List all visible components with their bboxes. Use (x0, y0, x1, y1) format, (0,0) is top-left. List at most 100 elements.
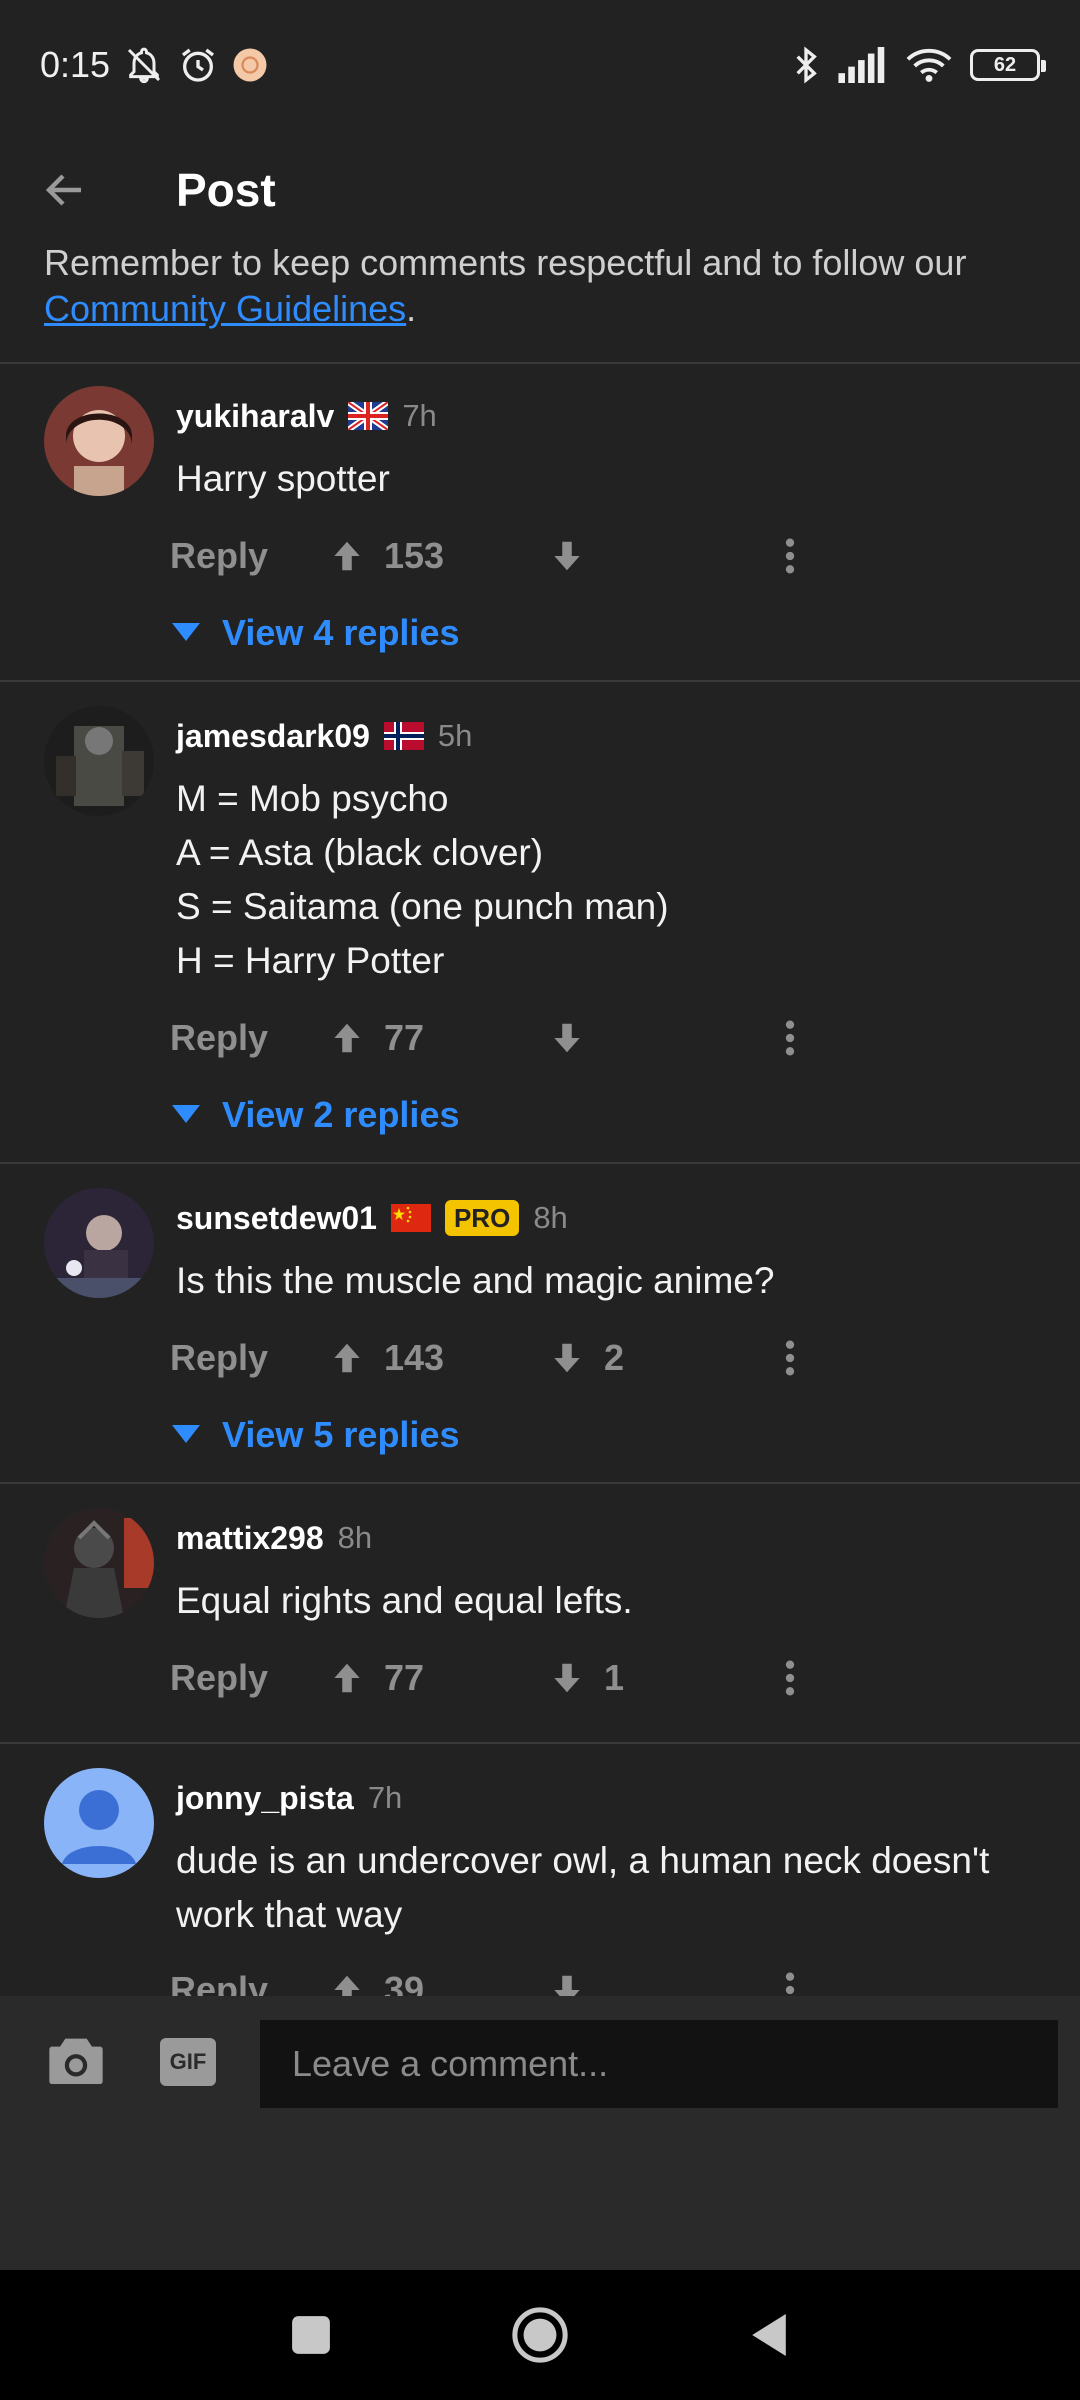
username[interactable]: mattix298 (176, 1520, 324, 1557)
upvote-button[interactable]: 143 (328, 1337, 548, 1379)
username[interactable]: sunsetdew01 (176, 1200, 377, 1237)
circle-icon[interactable] (511, 2306, 569, 2364)
upvote-count: 153 (384, 535, 445, 576)
downvote-arrow-icon (554, 1023, 580, 1053)
upvote-arrow-icon (334, 1975, 360, 1996)
comment-line: H = Harry Potter (176, 940, 445, 981)
comment-body: M = Mob psycho A = Asta (black clover) S… (176, 772, 669, 988)
avatar[interactable] (44, 706, 154, 816)
upvote-count: 77 (384, 1017, 425, 1058)
camera-icon (49, 2038, 103, 2084)
comment-line: S = Saitama (one punch man) (176, 886, 669, 927)
back-triangle-icon[interactable] (748, 2311, 790, 2359)
timestamp: 8h (337, 1520, 373, 1555)
comment-meta: yukiharalv 7h (176, 394, 437, 438)
battery-level: 62 (993, 53, 1017, 76)
downvote-button[interactable]: 1 (548, 1657, 770, 1699)
view-replies-label: View 4 replies (222, 612, 460, 653)
comment-meta: jonny_pista 7h (176, 1776, 402, 1820)
avatar[interactable] (44, 1768, 154, 1878)
upvote-button[interactable]: 77 (328, 1017, 548, 1059)
upvote-button[interactable]: 77 (328, 1657, 548, 1699)
downvote-button[interactable] (548, 537, 770, 575)
downvote-button[interactable] (548, 1019, 770, 1057)
username[interactable]: yukiharalv (176, 398, 334, 435)
downvote-button[interactable] (548, 1971, 770, 1996)
more-options-button[interactable] (770, 1338, 810, 1378)
more-options-button[interactable] (770, 1018, 810, 1058)
upvote-count: 143 (384, 1337, 445, 1378)
avatar[interactable] (44, 1188, 154, 1298)
upvote-arrow-icon (334, 541, 360, 571)
pro-badge: PRO (444, 1200, 520, 1236)
comment-input[interactable] (260, 2020, 1058, 2108)
reply-button[interactable]: Reply (170, 1969, 328, 1996)
upvote-button[interactable]: 39 (328, 1969, 548, 1996)
alarm-icon (182, 48, 215, 82)
back-button[interactable] (0, 130, 130, 250)
more-options-button[interactable] (770, 536, 810, 576)
view-replies-button[interactable]: View 4 replies (172, 606, 459, 660)
page-title: Post (176, 164, 276, 216)
view-replies-button[interactable]: View 2 replies (172, 1088, 459, 1142)
timestamp: 7h (402, 398, 437, 433)
downvote-count: 2 (604, 1337, 625, 1378)
status-bar: 0:15 62 (0, 0, 1080, 130)
avatar[interactable] (44, 1508, 154, 1618)
downvote-arrow-icon (554, 1343, 580, 1373)
community-guidelines-link[interactable]: Community Guidelines (44, 288, 406, 329)
uk-flag-icon (348, 402, 389, 430)
system-nav-bar (0, 2270, 1080, 2400)
upvote-arrow-icon (334, 1663, 360, 1693)
divider (0, 1162, 1080, 1164)
more-vert-icon (785, 538, 795, 574)
app-notification-icon (233, 48, 267, 82)
view-replies-button[interactable]: View 5 replies (172, 1408, 459, 1462)
back-arrow-icon (45, 174, 81, 206)
more-vert-icon (785, 1340, 795, 1376)
avatar[interactable] (44, 386, 154, 496)
view-replies-label: View 5 replies (222, 1414, 460, 1455)
reply-button[interactable]: Reply (170, 1337, 328, 1379)
more-vert-icon (785, 1020, 795, 1056)
downvote-count: 1 (604, 1657, 625, 1698)
timestamp: 5h (437, 718, 473, 753)
signal-icon (838, 47, 885, 83)
divider (0, 1742, 1080, 1744)
more-vert-icon (785, 1660, 795, 1696)
upvote-arrow-icon (334, 1343, 360, 1373)
view-replies-label: View 2 replies (222, 1094, 460, 1135)
comment-actions: Reply 153 (170, 526, 810, 586)
caret-down-icon (172, 1425, 200, 1443)
wifi-icon (906, 49, 952, 82)
comment-meta: mattix298 8h (176, 1516, 372, 1560)
more-vert-icon (785, 1972, 795, 1995)
more-options-button[interactable] (770, 1970, 810, 1996)
comment-item: jonny_pista 7h dude is an undercover owl… (0, 1746, 1080, 1996)
comment-body: dude is an undercover owl, a human neck … (176, 1834, 989, 1942)
downvote-arrow-icon (554, 1975, 580, 1996)
app-header: Post (0, 130, 1080, 250)
comment-item: jamesdark09 5h M = Mob psycho A = Asta (… (0, 684, 1080, 1162)
comment-line: A = Asta (black clover) (176, 832, 544, 873)
reply-button[interactable]: Reply (170, 1657, 328, 1699)
home-square-icon[interactable] (290, 2314, 332, 2356)
camera-button[interactable] (44, 2030, 108, 2090)
username[interactable]: jamesdark09 (176, 718, 370, 755)
gif-button[interactable]: GIF (160, 2038, 216, 2086)
guidelines-text-end: . (406, 288, 417, 329)
comment-meta: jamesdark09 5h (176, 714, 472, 758)
username[interactable]: jonny_pista (176, 1780, 354, 1817)
status-left: 0:15 (40, 44, 268, 86)
divider (0, 680, 1080, 682)
reply-button[interactable]: Reply (170, 535, 328, 577)
upvote-button[interactable]: 153 (328, 535, 548, 577)
battery-indicator: 62 (970, 49, 1046, 81)
comment-actions: Reply 39 (170, 1960, 810, 1996)
divider (0, 1482, 1080, 1484)
downvote-button[interactable]: 2 (548, 1337, 770, 1379)
upvote-arrow-icon (334, 1023, 360, 1053)
reply-button[interactable]: Reply (170, 1017, 328, 1059)
more-options-button[interactable] (770, 1658, 810, 1698)
comment-item: sunsetdew01 PRO 8h Is this the muscle an… (0, 1166, 1080, 1482)
